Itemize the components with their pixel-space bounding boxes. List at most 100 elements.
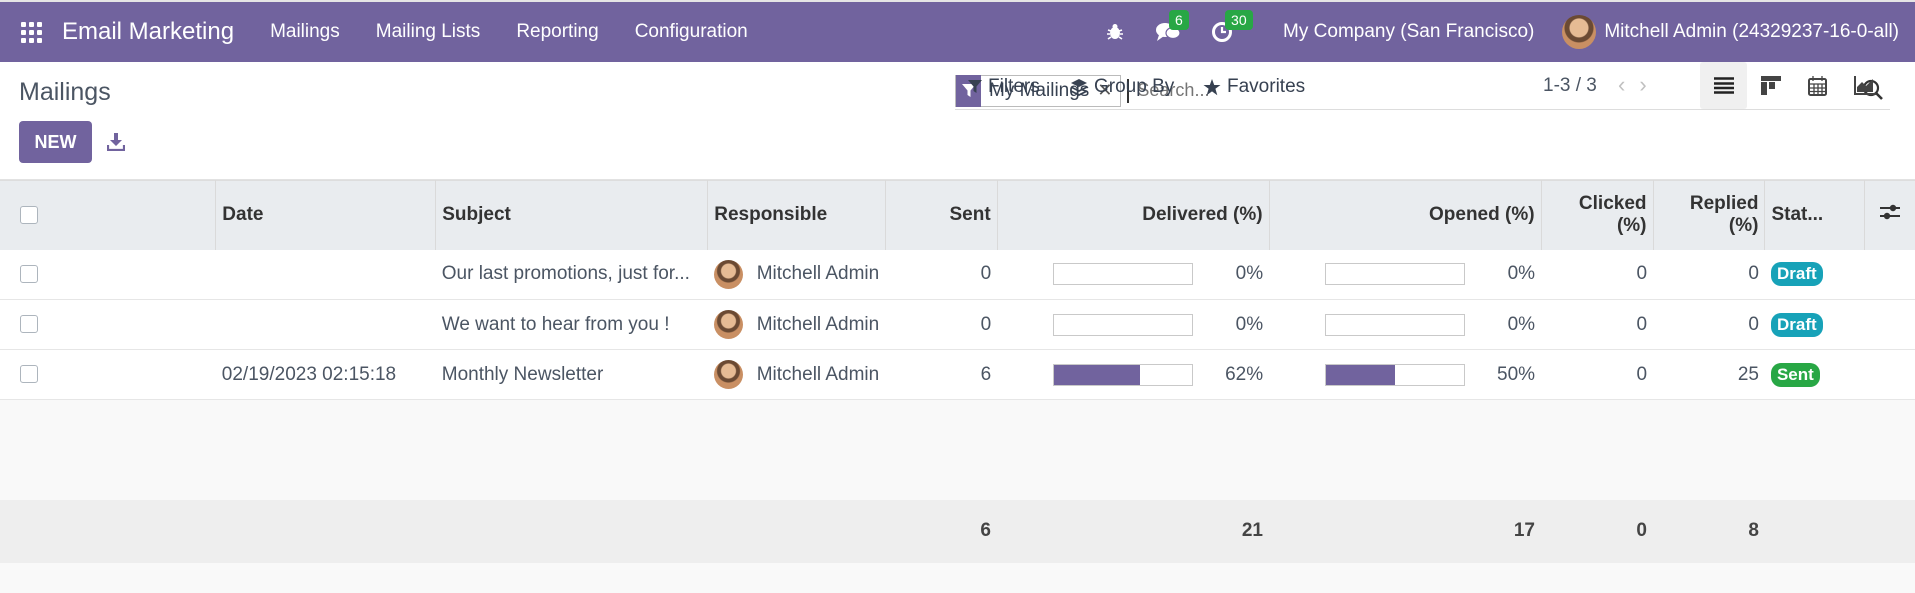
total-opened: 17 bbox=[1513, 520, 1535, 541]
header-sent[interactable]: Sent bbox=[885, 180, 998, 250]
row-sent: 0 bbox=[980, 313, 992, 335]
user-avatar bbox=[1562, 15, 1597, 49]
groupby-label: Group By bbox=[1094, 76, 1175, 97]
favorites-label: Favorites bbox=[1227, 76, 1306, 97]
responsible-avatar bbox=[713, 310, 743, 339]
responsible-name: Mitchell Admin bbox=[756, 363, 880, 385]
opened-progress-bar bbox=[1325, 313, 1466, 336]
row-responsible[interactable]: Mitchell Admin bbox=[708, 250, 886, 300]
header-date[interactable]: Date bbox=[215, 180, 437, 250]
row-delivered: 0% bbox=[997, 250, 1269, 300]
breadcrumb: Mailings bbox=[19, 78, 111, 106]
groupby-button[interactable]: Group By bbox=[1070, 76, 1174, 98]
header-clicked[interactable]: Clicked (%) bbox=[1541, 180, 1654, 250]
menu-mailings[interactable]: Mailings bbox=[270, 21, 340, 43]
row-responsible[interactable]: Mitchell Admin bbox=[708, 300, 886, 350]
total-clicked: 0 bbox=[1636, 520, 1647, 541]
app-title[interactable]: Email Marketing bbox=[62, 18, 234, 46]
menu-mailing-lists[interactable]: Mailing Lists bbox=[376, 21, 481, 43]
select-all-checkbox[interactable] bbox=[0, 180, 217, 250]
menu-configuration[interactable]: Configuration bbox=[635, 21, 748, 43]
delivered-progress-bar bbox=[1053, 263, 1194, 286]
new-button[interactable]: NEW bbox=[19, 121, 92, 163]
row-date bbox=[216, 250, 436, 300]
table-header: Date Subject Responsible Sent Delivered … bbox=[0, 180, 1915, 250]
mailings-table: Date Subject Responsible Sent Delivered … bbox=[0, 180, 1915, 500]
pager-next-icon[interactable]: › bbox=[1639, 72, 1646, 98]
menu-reporting[interactable]: Reporting bbox=[516, 21, 598, 43]
top-navbar: Email Marketing Mailings Mailing Lists R… bbox=[0, 0, 1915, 62]
pager-previous-icon[interactable]: ‹ bbox=[1618, 72, 1625, 98]
optional-columns-icon[interactable] bbox=[1865, 181, 1915, 250]
row-opened: 50% bbox=[1269, 350, 1541, 400]
filters-label: Filters bbox=[988, 76, 1040, 97]
row-checkbox[interactable] bbox=[0, 250, 216, 300]
apps-menu-icon[interactable] bbox=[0, 21, 62, 43]
delivered-progress-bar bbox=[1053, 363, 1194, 386]
row-delivered: 62% bbox=[997, 350, 1269, 400]
opened-value: 0% bbox=[1507, 313, 1536, 335]
status-badge: Draft bbox=[1770, 262, 1823, 287]
table-row[interactable]: 02/19/2023 02:15:18 Monthly Newsletter Mit… bbox=[0, 349, 1915, 400]
row-subject: Our last promotions, just for... bbox=[441, 263, 690, 285]
opened-value: 50% bbox=[1497, 363, 1536, 385]
calendar-view-icon[interactable] bbox=[1794, 62, 1841, 109]
messages-count-badge: 6 bbox=[1169, 10, 1189, 30]
row-date bbox=[216, 300, 436, 350]
row-status: Draft bbox=[1765, 300, 1865, 350]
header-responsible[interactable]: Responsible bbox=[707, 180, 886, 250]
row-replied: 25 bbox=[1737, 363, 1759, 385]
star-icon bbox=[1203, 78, 1221, 95]
activities-clock-icon[interactable]: 30 bbox=[1211, 10, 1253, 43]
responsible-name: Mitchell Admin bbox=[756, 263, 880, 285]
row-subject: We want to hear from you ! bbox=[441, 313, 670, 335]
user-name: Mitchell Admin (24329237-16-0-all) bbox=[1604, 21, 1899, 42]
row-status: Draft bbox=[1765, 250, 1865, 300]
filter-funnel-icon bbox=[968, 80, 982, 93]
responsible-name: Mitchell Admin bbox=[756, 313, 880, 335]
row-replied: 0 bbox=[1748, 313, 1759, 335]
company-switcher[interactable]: My Company (San Francisco) bbox=[1283, 21, 1534, 43]
filters-button[interactable]: Filters bbox=[968, 76, 1040, 98]
layers-icon bbox=[1070, 79, 1088, 96]
table-row[interactable]: Our last promotions, just for... Mitchell… bbox=[0, 249, 1915, 300]
totals-table: 6 21 17 0 8 bbox=[0, 499, 1915, 563]
messages-icon[interactable]: 6 bbox=[1155, 10, 1189, 43]
control-panel: Mailings NEW My Mailings ✕ Filters Group… bbox=[0, 62, 1915, 180]
header-opened[interactable]: Opened (%) bbox=[1269, 180, 1542, 250]
status-badge: Sent bbox=[1770, 362, 1820, 387]
row-responsible[interactable]: Mitchell Admin bbox=[708, 350, 886, 400]
opened-progress-bar bbox=[1325, 363, 1466, 386]
row-opened: 0% bbox=[1269, 300, 1541, 350]
row-date: 02/19/2023 02:15:18 bbox=[221, 363, 397, 385]
row-subject: Monthly Newsletter bbox=[441, 363, 604, 385]
row-sent: 6 bbox=[980, 363, 992, 385]
header-replied[interactable]: Replied (%) bbox=[1653, 180, 1766, 250]
header-status[interactable]: Stat... bbox=[1764, 180, 1866, 250]
row-checkbox[interactable] bbox=[0, 300, 216, 350]
row-replied: 0 bbox=[1748, 263, 1759, 285]
pager-value[interactable]: 1-3 / 3 bbox=[1543, 75, 1597, 97]
row-clicked: 0 bbox=[1636, 263, 1648, 285]
delivered-value: 62% bbox=[1225, 363, 1264, 385]
responsible-avatar bbox=[713, 259, 743, 289]
totals-row: 6 21 17 0 8 bbox=[0, 499, 1915, 563]
delivered-value: 0% bbox=[1235, 263, 1264, 285]
download-icon[interactable] bbox=[106, 132, 126, 156]
status-badge: Draft bbox=[1770, 312, 1823, 337]
kanban-view-icon[interactable] bbox=[1747, 62, 1794, 109]
debug-bug-icon[interactable] bbox=[1105, 22, 1125, 42]
row-sent: 0 bbox=[980, 263, 992, 285]
favorites-button[interactable]: Favorites bbox=[1203, 76, 1305, 98]
table-row[interactable]: We want to hear from you ! Mitchell Admin… bbox=[0, 299, 1915, 350]
user-menu[interactable]: Mitchell Admin (24329237-16-0-all) bbox=[1562, 15, 1899, 49]
graph-view-icon[interactable] bbox=[1841, 62, 1888, 109]
list-view-icon[interactable] bbox=[1700, 62, 1747, 109]
activities-count-badge: 30 bbox=[1225, 10, 1253, 30]
header-subject[interactable]: Subject bbox=[435, 180, 709, 250]
opened-progress-bar bbox=[1325, 263, 1466, 286]
row-checkbox[interactable] bbox=[0, 350, 216, 400]
header-delivered[interactable]: Delivered (%) bbox=[997, 180, 1270, 250]
total-sent: 6 bbox=[980, 520, 991, 541]
row-clicked: 0 bbox=[1636, 313, 1648, 335]
